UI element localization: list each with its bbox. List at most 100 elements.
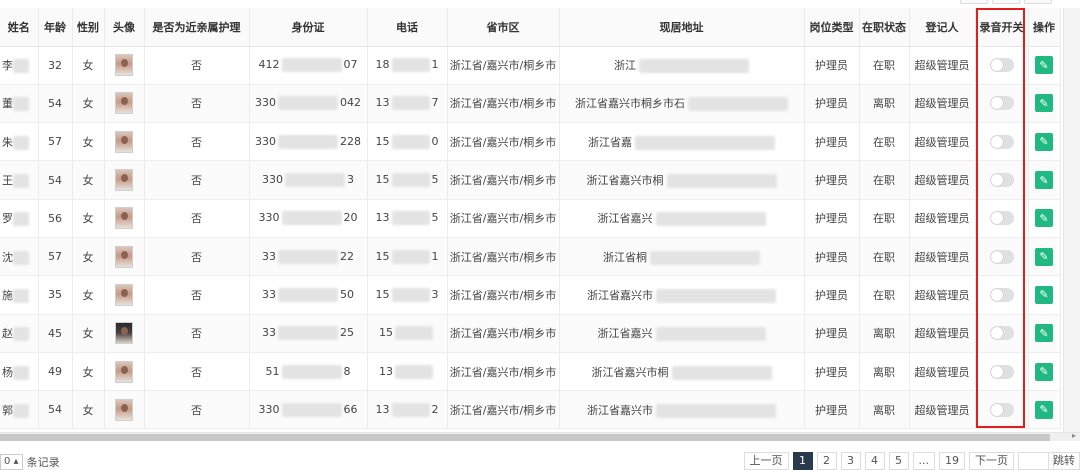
vertical-scrollbar[interactable] xyxy=(1063,8,1080,432)
gender-cell: 女 xyxy=(72,160,105,200)
edit-button[interactable]: ✎ xyxy=(1035,209,1053,228)
table-row[interactable]: 李 32 女否 412 07 18 1 浙江省/嘉兴市/桐乡市 浙江 护理员 在职 超级管理员 ✎ xyxy=(0,46,1061,85)
id-card-cell: 330 042 xyxy=(249,84,368,124)
jump-button[interactable]: 跳转 xyxy=(1048,452,1080,470)
address-text: 浙江省桐 xyxy=(603,250,647,264)
edit-button[interactable]: ✎ xyxy=(1035,94,1053,113)
avatar[interactable] xyxy=(115,92,133,115)
redacted-block xyxy=(391,134,430,149)
next-page-button[interactable]: 下一页 xyxy=(969,452,1014,470)
recording-toggle[interactable] xyxy=(989,58,1014,73)
recording-toggle[interactable] xyxy=(989,173,1014,188)
edit-button[interactable]: ✎ xyxy=(1035,56,1053,75)
recording-toggle[interactable] xyxy=(989,287,1014,302)
post-type-cell: 护理员 xyxy=(804,122,860,162)
address-text: 浙江 xyxy=(614,59,636,73)
avatar[interactable] xyxy=(115,360,133,383)
page-button[interactable]: 2 xyxy=(816,452,837,470)
redacted-block xyxy=(688,97,788,112)
table-row[interactable]: 董 54 女否 330 042 13 7 浙江省/嘉兴市/桐乡市 浙江省嘉兴市桐乡市石 护理员 离职… xyxy=(0,84,1061,124)
table-row[interactable]: 罗 56 女否 330 20 13 5 浙江省/嘉兴市/桐乡市 浙江省嘉兴 护理员 在职 超级管理员 ✎ xyxy=(0,199,1061,238)
avatar[interactable] xyxy=(115,322,133,345)
gender-cell: 女 xyxy=(72,84,105,124)
table-row[interactable]: 王 54 女否 330 3 15 5 浙江省/嘉兴市/桐乡市 浙江省嘉兴市桐 护理员 在职 超级管理员… xyxy=(0,160,1061,200)
avatar[interactable] xyxy=(115,169,133,192)
table-row[interactable]: 朱 57 女否 330 228 15 0 浙江省/嘉兴市/桐乡市 浙江省嘉 护理员 在职 超级管理员 ✎ xyxy=(0,122,1061,162)
post-type-cell: 护理员 xyxy=(804,390,860,430)
page-button[interactable]: 3 xyxy=(840,452,861,470)
avatar[interactable] xyxy=(115,130,133,153)
avatar[interactable] xyxy=(115,207,133,230)
recording-toggle[interactable] xyxy=(989,326,1014,341)
avatar[interactable] xyxy=(115,398,133,421)
table-row[interactable]: 郭 54 女否 330 66 13 2 浙江省/嘉兴市/桐乡市 浙江省嘉兴市 护理员 离职 超级管理员… xyxy=(0,390,1061,430)
name-text: 沈 xyxy=(2,250,13,264)
scrollbar-thumb[interactable] xyxy=(0,434,1050,441)
pencil-icon: ✎ xyxy=(1039,173,1049,187)
name-text: 李 xyxy=(2,59,13,73)
table-row[interactable]: 沈 57 女否 33 22 15 1 浙江省/嘉兴市/桐乡市 浙江省桐 护理员 在职 超级管理员 ✎ xyxy=(0,237,1061,277)
column-header: 省市区 xyxy=(447,8,560,47)
registrar-cell: 超级管理员 xyxy=(909,352,976,392)
redacted-block xyxy=(391,402,430,417)
page-size-select[interactable]: 0 ▴ xyxy=(0,454,23,470)
avatar[interactable] xyxy=(115,54,133,77)
id-prefix: 330 xyxy=(255,134,276,148)
registrar-cell: 超级管理员 xyxy=(909,84,976,124)
post-type-cell: 护理员 xyxy=(804,160,860,200)
id-suffix: 228 xyxy=(340,134,361,148)
recording-toggle[interactable] xyxy=(989,249,1014,264)
id-card-cell: 33 22 xyxy=(249,237,368,277)
name-cell: 朱 xyxy=(0,122,39,162)
table-row[interactable]: 赵 45 女否 33 25 15 浙江省/嘉兴市/桐乡市 浙江省嘉兴 护理员 离职 超级管理员 ✎ xyxy=(0,314,1061,353)
relative-care-cell: 否 xyxy=(144,275,250,315)
name-cell: 杨 xyxy=(0,352,39,392)
avatar-cell xyxy=(104,199,145,238)
edit-button[interactable]: ✎ xyxy=(1035,247,1053,266)
edit-button[interactable]: ✎ xyxy=(1035,171,1053,190)
gender-cell: 女 xyxy=(72,390,105,430)
name-cell: 罗 xyxy=(0,199,39,238)
recording-toggle[interactable] xyxy=(989,211,1014,226)
redacted-block xyxy=(13,250,29,265)
table-row[interactable]: 施 35 女否 33 50 15 3 浙江省/嘉兴市/桐乡市 浙江省嘉兴市 护理员 在职 超级管理员 ✎ xyxy=(0,275,1061,315)
name-cell: 沈 xyxy=(0,237,39,277)
edit-button[interactable]: ✎ xyxy=(1035,400,1053,419)
toolbar-button[interactable] xyxy=(960,0,988,4)
edit-button[interactable]: ✎ xyxy=(1035,132,1053,151)
address-text: 浙江省嘉兴市桐 xyxy=(586,174,664,188)
action-cell: ✎ xyxy=(1028,352,1061,392)
toolbar-button[interactable] xyxy=(1024,0,1052,4)
avatar[interactable] xyxy=(115,283,133,306)
relative-care-cell: 否 xyxy=(144,314,250,353)
column-header: 年龄 xyxy=(38,8,73,47)
name-cell: 李 xyxy=(0,46,39,85)
page-button[interactable]: 19 xyxy=(939,452,965,470)
page-size-selector: 0 ▴ 条记录 xyxy=(0,454,60,470)
edit-button[interactable]: ✎ xyxy=(1035,324,1053,343)
phone-cell: 15 0 xyxy=(367,122,448,162)
table-row[interactable]: 杨 49 女否 51 8 13 浙江省/嘉兴市/桐乡市 浙江省嘉兴市桐 护理员 离职 超级管理员 ✎ xyxy=(0,352,1061,392)
page-button[interactable]: 5 xyxy=(888,452,909,470)
edit-button[interactable]: ✎ xyxy=(1035,285,1053,304)
recording-toggle[interactable] xyxy=(989,364,1014,379)
relative-care-cell: 否 xyxy=(144,122,250,162)
recording-toggle[interactable] xyxy=(989,402,1014,417)
prev-page-button[interactable]: 上一页 xyxy=(743,452,789,470)
pencil-icon: ✎ xyxy=(1039,365,1049,379)
horizontal-scrollbar[interactable]: ▸ xyxy=(0,431,1080,441)
page-button[interactable]: 1 xyxy=(792,452,813,470)
scroll-right-arrow-icon[interactable]: ▸ xyxy=(1072,431,1076,440)
page-button[interactable]: 4 xyxy=(864,452,885,470)
recording-toggle[interactable] xyxy=(989,96,1014,111)
edit-button[interactable]: ✎ xyxy=(1035,362,1053,381)
id-card-cell: 33 25 xyxy=(249,314,368,353)
age-cell: 35 xyxy=(38,275,73,315)
employment-status-cell: 离职 xyxy=(859,314,910,353)
phone-suffix: 1 xyxy=(431,249,439,263)
recording-toggle[interactable] xyxy=(989,134,1014,149)
avatar[interactable] xyxy=(115,245,133,268)
region-cell: 浙江省/嘉兴市/桐乡市 xyxy=(447,46,560,85)
toolbar-button[interactable] xyxy=(992,0,1020,4)
age-cell: 32 xyxy=(38,46,73,85)
